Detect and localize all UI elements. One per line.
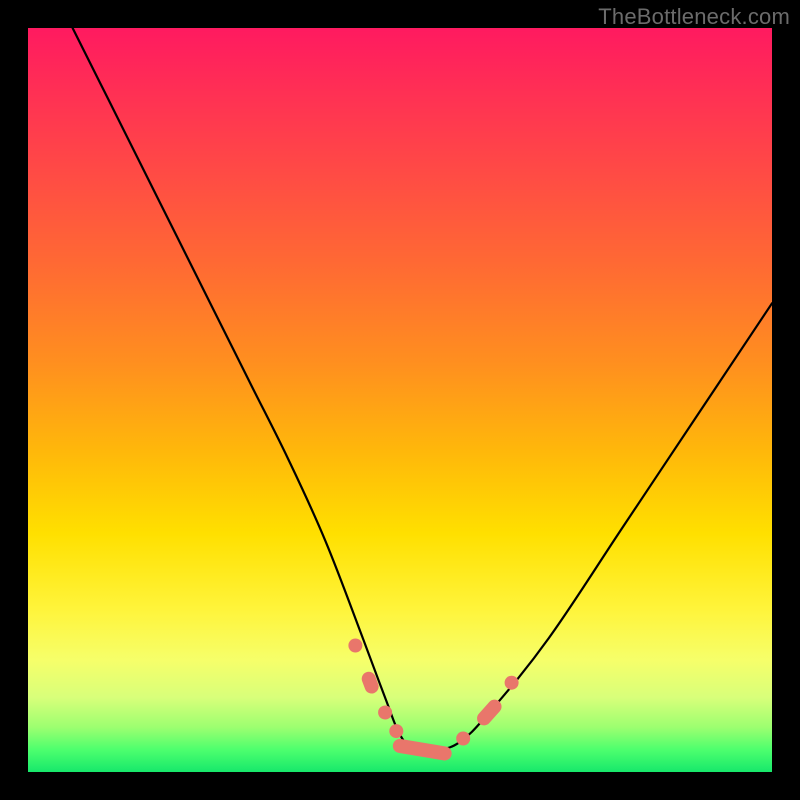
marker-layer <box>348 639 518 762</box>
curve-marker-pill <box>392 738 453 762</box>
curve-marker-dot <box>389 724 403 738</box>
watermark-text: TheBottleneck.com <box>598 4 790 30</box>
curve-marker-dot <box>505 676 519 690</box>
curve-marker-pill <box>360 670 381 696</box>
plot-area <box>28 28 772 772</box>
bottleneck-curve-svg <box>28 28 772 772</box>
chart-frame: TheBottleneck.com <box>0 0 800 800</box>
bottleneck-curve <box>73 28 772 751</box>
curve-marker-dot <box>456 732 470 746</box>
curve-marker-dot <box>348 639 362 653</box>
curve-marker-dot <box>378 706 392 720</box>
